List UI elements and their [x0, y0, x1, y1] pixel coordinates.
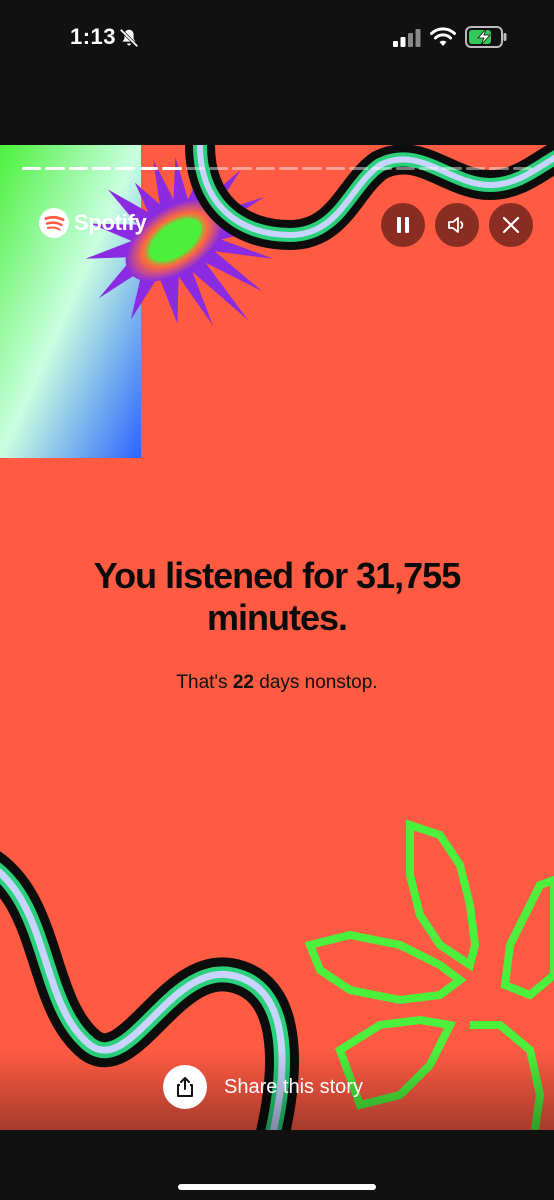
share-story-button[interactable]: Share this story — [163, 1065, 363, 1109]
close-button[interactable] — [489, 203, 533, 247]
days-nonstop-text: That's 22 days nonstop. — [0, 672, 554, 694]
progress-segment — [302, 167, 322, 170]
progress-segment — [278, 167, 299, 170]
story-progress-bar — [22, 167, 532, 171]
progress-segment — [372, 167, 392, 170]
pause-button[interactable] — [381, 203, 425, 247]
progress-segment — [115, 167, 135, 170]
subline-suffix: days nonstop. — [253, 672, 378, 693]
headline-line-2: minutes. — [206, 597, 348, 638]
progress-segment — [208, 167, 229, 170]
progress-segment — [395, 167, 416, 170]
progress-segment — [185, 167, 205, 170]
volume-icon — [448, 217, 464, 233]
subline-prefix: That's — [176, 672, 233, 693]
progress-segment — [419, 167, 439, 170]
gradient-square — [0, 145, 141, 458]
share-icon-button[interactable] — [163, 1065, 207, 1109]
progress-segment — [442, 167, 462, 170]
progress-segment — [349, 167, 369, 170]
pause-icon — [397, 217, 409, 233]
share-label: Share this story — [224, 1075, 363, 1098]
progress-segment — [489, 167, 509, 170]
volume-button[interactable] — [435, 203, 479, 247]
battery-charging-icon — [465, 26, 507, 48]
listening-minutes-headline: You listened for 31,755 minutes. — [0, 555, 554, 639]
progress-segment — [255, 167, 275, 170]
close-icon — [502, 216, 520, 234]
progress-segment — [325, 167, 346, 170]
headline-line-1: You listened for 31,755 — [93, 555, 461, 596]
spotify-brand: Spotify — [38, 207, 147, 239]
progress-segment — [512, 167, 532, 170]
wifi-icon — [430, 27, 456, 46]
story-card[interactable]: Spotify You listened for 31,755 minutes.… — [0, 145, 554, 1130]
progress-segment — [232, 167, 252, 170]
spotify-logo-icon — [39, 208, 69, 238]
share-icon — [177, 1077, 193, 1097]
days-count: 22 — [232, 672, 254, 693]
progress-segment — [162, 167, 182, 170]
status-time: 1:13 — [70, 24, 117, 49]
home-indicator[interactable] — [178, 1184, 376, 1190]
progress-segment — [22, 167, 42, 170]
progress-segment — [45, 167, 65, 170]
status-bar: 1:13 — [0, 0, 554, 145]
progress-segment — [68, 167, 89, 170]
brand-name: Spotify — [74, 210, 147, 235]
signal-icon — [393, 29, 421, 47]
progress-segment — [138, 167, 159, 170]
bell-slash-icon — [119, 28, 139, 48]
progress-segment — [92, 167, 112, 170]
progress-segment — [465, 167, 486, 170]
